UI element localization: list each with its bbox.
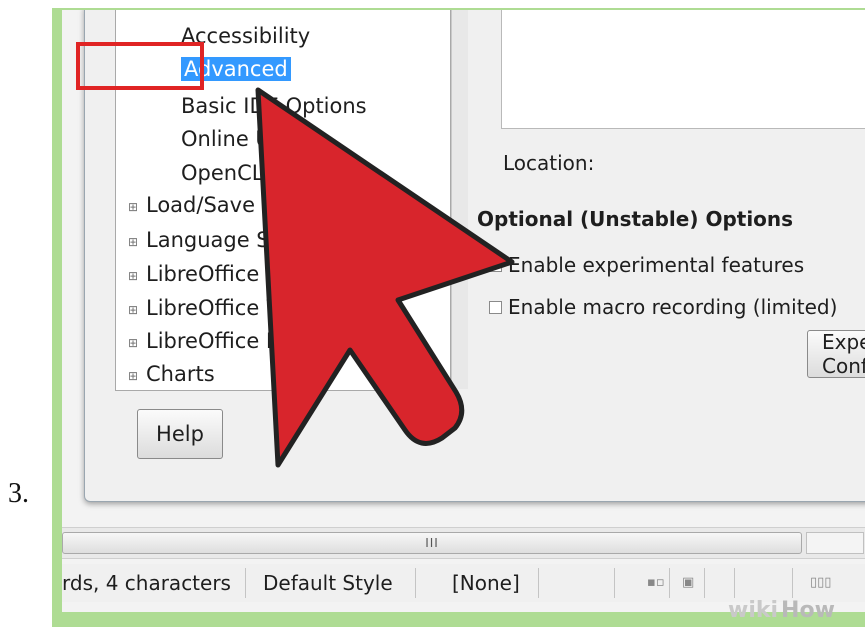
page-style-status[interactable]: Default Style bbox=[263, 564, 393, 602]
word-count-status[interactable]: rds, 4 characters bbox=[62, 564, 231, 602]
help-button[interactable]: Help bbox=[137, 409, 223, 459]
highlight-box bbox=[76, 42, 204, 90]
plus-box-icon[interactable]: ⊞ bbox=[128, 236, 138, 248]
macro-recording-label: Enable macro recording (limited) bbox=[508, 295, 838, 319]
tree-item-label: OpenCL bbox=[181, 161, 264, 185]
location-label: Location: bbox=[503, 151, 595, 175]
expert-configuration-button[interactable]: Expert Configuration bbox=[807, 330, 865, 378]
view-layout-icon[interactable]: ▯▯▯ bbox=[810, 575, 831, 590]
tree-item-label: LibreOffice Base bbox=[146, 329, 318, 353]
status-divider bbox=[704, 568, 705, 598]
tree-item-label: Load/Save bbox=[146, 193, 255, 217]
language-status[interactable]: [None] bbox=[452, 564, 520, 602]
scrollbar-thumb[interactable]: III bbox=[62, 532, 802, 554]
tree-item-opencl[interactable]: OpenCL bbox=[181, 161, 263, 185]
tree-item-charts[interactable]: Charts bbox=[146, 362, 215, 386]
scrollbar-arrow[interactable] bbox=[806, 532, 864, 554]
status-divider bbox=[669, 568, 670, 598]
app-window: Accessibility Advanced Basic IDE Options… bbox=[62, 10, 865, 612]
optional-options-heading: Optional (Unstable) Options bbox=[477, 207, 794, 231]
tree-item-libreoffice-base[interactable]: LibreOffice Base bbox=[146, 329, 317, 353]
status-divider bbox=[245, 568, 246, 598]
selection-mode-icon[interactable]: ▪▫ bbox=[647, 575, 665, 590]
tree-scrollbar[interactable] bbox=[451, 10, 468, 389]
experimental-features-checkbox[interactable] bbox=[489, 258, 502, 272]
plus-box-icon[interactable]: ⊞ bbox=[128, 304, 138, 316]
status-divider bbox=[415, 568, 416, 598]
tree-item-libreoffice-writer-web[interactable]: LibreOffice Writer/Web bbox=[146, 296, 383, 320]
tree-item-label: Online Update bbox=[181, 127, 332, 151]
step-number: 3. bbox=[8, 478, 29, 509]
tree-item-label: Basic IDE Options bbox=[181, 94, 367, 118]
macro-recording-option[interactable]: Enable macro recording (limited) bbox=[489, 295, 837, 319]
horizontal-scrollbar[interactable]: III bbox=[62, 527, 865, 559]
experimental-features-label: Enable experimental features bbox=[508, 253, 805, 277]
tree-item-language-settings[interactable]: Language Settings bbox=[146, 228, 342, 252]
plus-box-icon[interactable]: ⊞ bbox=[128, 201, 138, 213]
tree-item-label: Charts bbox=[146, 362, 215, 386]
tree-item-label: Language Settings bbox=[146, 228, 343, 252]
experimental-features-option[interactable]: Enable experimental features bbox=[489, 253, 804, 277]
tree-item-online-update[interactable]: Online Update bbox=[181, 127, 331, 151]
status-divider bbox=[614, 568, 615, 598]
watermark-wiki: wiki bbox=[728, 598, 779, 623]
tree-item-load-save[interactable]: Load/Save bbox=[146, 193, 255, 217]
tree-item-label: LibreOffice Writer/Web bbox=[146, 296, 383, 320]
document-modified-icon[interactable]: ▣ bbox=[682, 575, 694, 590]
plus-box-icon[interactable]: ⊞ bbox=[128, 370, 138, 382]
tree-item-libreoffice-writer[interactable]: LibreOffice Writer bbox=[146, 262, 330, 286]
watermark-how: How bbox=[781, 598, 835, 623]
java-options-list[interactable] bbox=[501, 10, 865, 129]
macro-recording-checkbox[interactable] bbox=[489, 300, 502, 314]
status-divider bbox=[538, 568, 539, 598]
wikihow-watermark: wiki How bbox=[728, 594, 865, 627]
tree-item-basic-ide-options[interactable]: Basic IDE Options bbox=[181, 94, 367, 118]
plus-box-icon[interactable]: ⊞ bbox=[128, 337, 138, 349]
tree-item-label: LibreOffice Writer bbox=[146, 262, 331, 286]
plus-box-icon[interactable]: ⊞ bbox=[128, 270, 138, 282]
